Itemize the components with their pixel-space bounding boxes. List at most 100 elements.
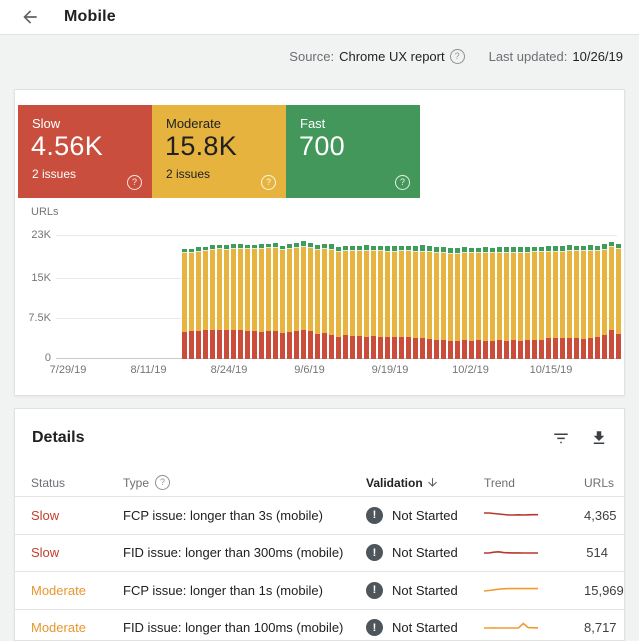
stacked-bar[interactable] <box>504 247 509 359</box>
stacked-bar[interactable] <box>490 248 495 359</box>
stacked-bar[interactable] <box>567 245 572 359</box>
stacked-bar[interactable] <box>308 243 313 359</box>
bar-segment <box>462 340 467 359</box>
summary-card-moderate[interactable]: Moderate 15.8K 2 issues ? <box>152 105 286 198</box>
stacked-bar[interactable] <box>350 246 355 359</box>
stacked-bar[interactable] <box>574 246 579 359</box>
stacked-bar[interactable] <box>609 242 614 359</box>
stacked-bar[interactable] <box>259 244 264 359</box>
stacked-bar[interactable] <box>294 243 299 359</box>
stacked-bar[interactable] <box>413 246 418 359</box>
stacked-bar[interactable] <box>420 245 425 359</box>
stacked-bar[interactable] <box>245 245 250 359</box>
bar-segment <box>378 337 383 359</box>
bar-segment <box>210 330 215 359</box>
summary-card-fast[interactable]: Fast 700 ? <box>286 105 420 198</box>
help-icon[interactable]: ? <box>127 175 142 190</box>
exclamation-icon: ! <box>366 582 383 599</box>
stacked-bar[interactable] <box>511 247 516 359</box>
stacked-bar[interactable] <box>231 244 236 359</box>
bar-segment <box>231 249 236 330</box>
stacked-bar[interactable] <box>455 248 460 359</box>
details-table: Status Type ? Validation Trend URLs Slow… <box>15 469 624 641</box>
column-trend[interactable]: Trend <box>484 476 584 490</box>
bar-segment <box>245 331 250 359</box>
stacked-bar[interactable] <box>560 246 565 359</box>
stacked-bar[interactable] <box>301 241 306 359</box>
bar-segment <box>392 337 397 359</box>
bar-segment <box>357 251 362 336</box>
stacked-bar[interactable] <box>406 246 411 359</box>
stacked-bar[interactable] <box>364 245 369 359</box>
bar-segment <box>483 253 488 341</box>
stacked-bar[interactable] <box>217 245 222 359</box>
stacked-bar[interactable] <box>483 247 488 359</box>
column-type[interactable]: Type ? <box>123 475 366 490</box>
stacked-bar[interactable] <box>210 245 215 359</box>
bar-segment <box>581 251 586 339</box>
stacked-bar[interactable] <box>525 247 530 359</box>
stacked-bar[interactable] <box>546 246 551 359</box>
stacked-bar[interactable] <box>469 248 474 359</box>
column-status[interactable]: Status <box>31 476 123 490</box>
table-row[interactable]: Slow FID issue: longer than 300ms (mobil… <box>15 534 624 572</box>
stacked-bar[interactable] <box>518 247 523 359</box>
status-badge: Moderate <box>31 583 123 598</box>
stacked-bar[interactable] <box>448 248 453 359</box>
table-row[interactable]: Moderate FCP issue: longer than 1s (mobi… <box>15 571 624 609</box>
filter-button[interactable] <box>550 427 572 449</box>
stacked-bar[interactable] <box>315 245 320 359</box>
bar-segment <box>399 251 404 337</box>
stacked-bar[interactable] <box>462 247 467 359</box>
stacked-bar[interactable] <box>616 244 621 359</box>
stacked-bar[interactable] <box>336 247 341 359</box>
stacked-bar[interactable] <box>371 246 376 359</box>
stacked-bar[interactable] <box>280 246 285 359</box>
stacked-bar[interactable] <box>182 249 187 359</box>
stacked-bar[interactable] <box>588 245 593 359</box>
stacked-bar[interactable] <box>378 246 383 359</box>
stacked-bar[interactable] <box>357 246 362 359</box>
stacked-bar[interactable] <box>399 246 404 359</box>
stacked-bar[interactable] <box>252 245 257 359</box>
stacked-bar[interactable] <box>434 247 439 359</box>
bar-segment <box>245 249 250 330</box>
stacked-bar[interactable] <box>189 249 194 359</box>
stacked-bar[interactable] <box>427 246 432 359</box>
stacked-bar[interactable] <box>196 247 201 359</box>
stacked-bar[interactable] <box>602 244 607 359</box>
summary-card-slow[interactable]: Slow 4.56K 2 issues ? <box>18 105 152 198</box>
issue-type: FCP issue: longer than 3s (mobile) <box>123 508 366 523</box>
stacked-bar[interactable] <box>581 246 586 359</box>
table-row[interactable]: Slow FCP issue: longer than 3s (mobile) … <box>15 496 624 534</box>
stacked-bar[interactable] <box>224 245 229 359</box>
column-validation[interactable]: Validation <box>366 476 484 490</box>
help-icon[interactable]: ? <box>155 475 170 490</box>
stacked-bar[interactable] <box>238 244 243 359</box>
stacked-bar[interactable] <box>322 244 327 359</box>
stacked-bar[interactable] <box>476 248 481 359</box>
back-button[interactable] <box>18 5 42 29</box>
stacked-bar[interactable] <box>273 243 278 359</box>
help-icon[interactable]: ? <box>261 175 276 190</box>
stacked-bar[interactable] <box>385 246 390 359</box>
download-button[interactable] <box>588 427 610 449</box>
stacked-bar[interactable] <box>266 244 271 359</box>
stacked-bar[interactable] <box>441 247 446 359</box>
help-icon[interactable]: ? <box>450 49 465 64</box>
column-urls[interactable]: URLs <box>584 476 614 490</box>
stacked-bar[interactable] <box>539 247 544 359</box>
stacked-bar[interactable] <box>497 247 502 359</box>
help-icon[interactable]: ? <box>395 175 410 190</box>
bar-segment <box>567 338 572 359</box>
stacked-bar[interactable] <box>343 246 348 359</box>
stacked-bar[interactable] <box>287 244 292 359</box>
stacked-bar[interactable] <box>553 246 558 359</box>
stacked-bar[interactable] <box>203 247 208 359</box>
stacked-bar[interactable] <box>329 244 334 359</box>
status-badge: Slow <box>31 508 123 523</box>
stacked-bar[interactable] <box>392 246 397 359</box>
stacked-bar[interactable] <box>595 246 600 359</box>
stacked-bar[interactable] <box>532 247 537 359</box>
table-row[interactable]: Moderate FID issue: longer than 100ms (m… <box>15 609 624 641</box>
